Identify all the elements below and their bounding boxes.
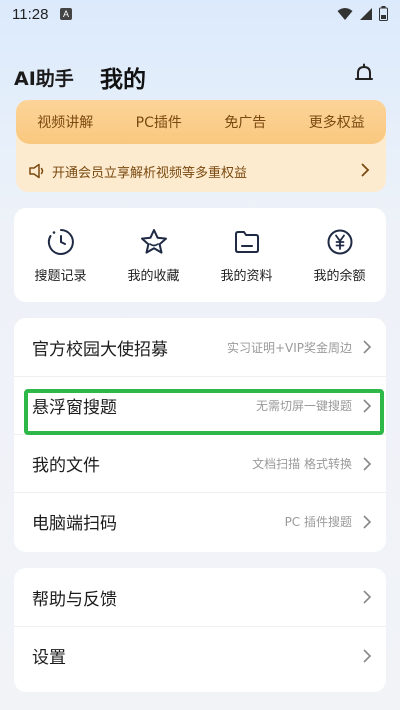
quick-favorites[interactable]: 我的收藏: [114, 227, 194, 284]
chevron-right-icon: [361, 163, 370, 177]
list-item-subtitle: PC 插件搜题: [284, 515, 352, 529]
signal-icon: [360, 7, 372, 20]
battery-icon: [379, 6, 388, 21]
quick-search-history[interactable]: 搜题记录: [21, 227, 101, 284]
quick-materials[interactable]: 我的资料: [207, 227, 287, 284]
quick-materials-label: 我的资料: [220, 268, 273, 284]
feature-list-card: 官方校园大使招募 实习证明+VIP奖金周边 悬浮窗搜题 无需切屏一键搜题 我的文…: [14, 318, 386, 552]
chevron-right-icon: [363, 590, 372, 604]
folder-icon: [234, 230, 259, 253]
list-item-title: 电脑端扫码: [32, 514, 117, 534]
status-icons: [337, 6, 388, 21]
chevron-right-icon: [363, 515, 372, 529]
star-icon: [140, 228, 167, 254]
list-item-floating-search[interactable]: 悬浮窗搜题 无需切屏一键搜题: [14, 376, 386, 434]
list-item-pc-scan[interactable]: 电脑端扫码 PC 插件搜题: [14, 492, 386, 550]
vip-card[interactable]: 视频讲解 PC插件 免广告 更多权益 开通会员立享解析视频等多重权益: [16, 100, 386, 192]
status-time: 11:28: [12, 6, 49, 23]
tab-mine[interactable]: 我的: [100, 60, 146, 94]
list-item-title: 我的文件: [32, 456, 100, 476]
notification-a-icon: A: [60, 8, 72, 20]
bell-icon[interactable]: [352, 62, 376, 86]
tab-ai-assistant[interactable]: AI助手: [14, 64, 74, 91]
vip-benefit-more[interactable]: 更多权益: [309, 112, 365, 132]
vip-benefit-pc-plugin[interactable]: PC插件: [136, 112, 182, 132]
chevron-right-icon: [363, 649, 372, 663]
list-item-title: 帮助与反馈: [32, 589, 117, 610]
list-item-subtitle: 无需切屏一键搜题: [255, 399, 352, 413]
status-bar: 11:28 A: [0, 0, 400, 30]
chevron-right-icon: [363, 340, 372, 354]
quick-search-history-label: 搜题记录: [34, 268, 87, 284]
vip-promo-text: 开通会员立享解析视频等多重权益: [52, 165, 248, 181]
list-item-title: 官方校园大使招募: [32, 339, 168, 360]
list-item-settings[interactable]: 设置: [14, 626, 386, 684]
wifi-icon: [337, 7, 353, 20]
vip-benefit-video[interactable]: 视频讲解: [37, 112, 93, 132]
vip-benefits: 视频讲解 PC插件 免广告 更多权益: [16, 100, 386, 144]
history-icon: [47, 228, 74, 255]
chevron-right-icon: [363, 457, 372, 471]
top-header: AI助手 我的: [0, 56, 400, 96]
list-item-help-feedback[interactable]: 帮助与反馈: [14, 568, 386, 626]
quick-favorites-label: 我的收藏: [127, 268, 180, 284]
quick-balance[interactable]: 我的余额: [300, 227, 380, 284]
list-item-subtitle: 文档扫描 格式转换: [252, 457, 352, 471]
settings-list-card: 帮助与反馈 设置: [14, 568, 386, 692]
list-item-my-files[interactable]: 我的文件 文档扫描 格式转换: [14, 434, 386, 492]
list-item-title: 设置: [32, 648, 66, 668]
speaker-icon: [29, 163, 44, 179]
list-item-subtitle: 实习证明+VIP奖金周边: [226, 340, 352, 355]
list-item-title: 悬浮窗搜题: [32, 398, 117, 418]
quick-actions-card: 搜题记录 我的收藏 我的资料 我的余额: [14, 208, 386, 302]
quick-balance-label: 我的余额: [313, 268, 366, 284]
chevron-right-icon: [363, 399, 372, 413]
yen-coin-icon: [327, 229, 352, 254]
list-item-campus-ambassador[interactable]: 官方校园大使招募 实习证明+VIP奖金周边: [14, 318, 386, 376]
vip-promo-banner[interactable]: 开通会员立享解析视频等多重权益: [16, 156, 386, 186]
vip-benefit-no-ads[interactable]: 免广告: [224, 112, 266, 132]
